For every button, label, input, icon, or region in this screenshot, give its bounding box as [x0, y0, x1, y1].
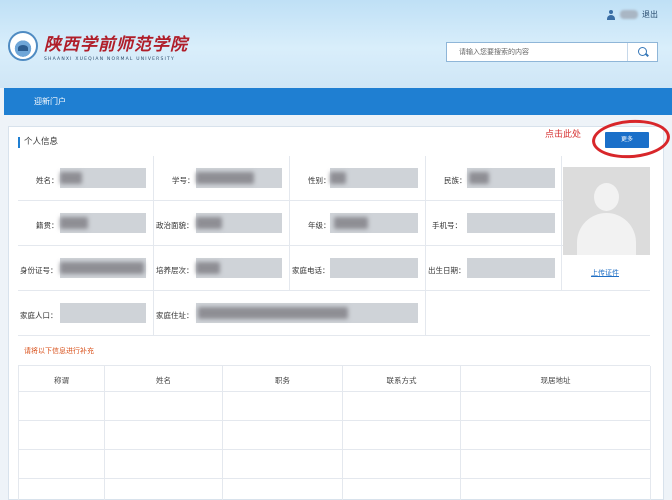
info-row: 姓名： 学号： 性别： 民族：	[18, 156, 650, 201]
family-size-field[interactable]	[60, 303, 146, 323]
user-bar: 退出	[606, 9, 658, 20]
table-row[interactable]	[19, 450, 651, 479]
label-family-size: 家庭人口：	[20, 311, 58, 320]
label-political-status: 政治面貌：	[156, 221, 194, 230]
label-training-level: 培养层次：	[156, 266, 194, 275]
label-id-number: 身份证号：	[20, 266, 58, 275]
table-row[interactable]	[19, 392, 651, 421]
logo-name-cn: 陕西学前师范学院	[44, 35, 188, 55]
label-home-phone: 家庭电话：	[292, 266, 330, 275]
logo-name-en: SHAANXI XUEQIAN NORMAL UNIVERSITY	[44, 57, 175, 62]
search-box	[446, 42, 658, 62]
info-row: 身份证号： 培养层次： 家庭电话： 出生日期：	[18, 246, 650, 291]
upload-certificate-link[interactable]: 上传证件	[591, 268, 619, 278]
logout-link[interactable]: 退出	[642, 9, 658, 20]
grade-field[interactable]	[330, 213, 418, 233]
ethnicity-field[interactable]	[467, 168, 555, 188]
student-id-field[interactable]	[196, 168, 282, 188]
id-number-field[interactable]	[60, 258, 146, 278]
search-input[interactable]	[447, 43, 627, 61]
photo-placeholder	[563, 167, 650, 255]
training-level-field[interactable]	[196, 258, 282, 278]
info-row: 籍贯： 政治面貌： 年级： 手机号：	[18, 201, 650, 246]
political-status-field[interactable]	[196, 213, 282, 233]
avatar-head	[594, 183, 619, 211]
label-gender: 性别：	[308, 176, 331, 185]
birth-date-field[interactable]	[467, 258, 555, 278]
phone-field[interactable]	[467, 213, 555, 233]
supplement-notice: 请将以下信息进行补充	[24, 347, 94, 355]
user-icon	[606, 9, 616, 20]
gender-field[interactable]	[330, 168, 418, 188]
label-phone: 手机号：	[432, 221, 462, 230]
avatar-body	[577, 213, 636, 255]
table-row[interactable]	[19, 421, 651, 450]
section-title: 个人信息	[18, 137, 58, 148]
label-home-address: 家庭住址：	[156, 311, 194, 320]
family-table: 称谓 姓名 职务 联系方式 现居地址	[18, 365, 651, 500]
home-phone-field[interactable]	[330, 258, 418, 278]
native-place-field[interactable]	[60, 213, 146, 233]
table-header	[19, 366, 651, 392]
nav-bar: 迎新门户	[4, 88, 672, 115]
annotation-click-here: 点击此处	[545, 130, 582, 140]
label-name: 姓名：	[36, 176, 59, 185]
search-icon[interactable]	[627, 43, 657, 61]
label-grade: 年级：	[308, 221, 331, 230]
nav-item-welcome-portal[interactable]: 迎新门户	[34, 96, 66, 107]
label-birth-date: 出生日期：	[428, 266, 466, 275]
info-row: 家庭人口： 家庭住址：	[18, 291, 650, 336]
label-native-place: 籍贯：	[36, 221, 59, 230]
username-redacted	[620, 10, 638, 19]
university-logo[interactable]: 陕西学前师范学院 SHAANXI XUEQIAN NORMAL UNIVERSI…	[8, 30, 188, 62]
emblem-icon	[8, 31, 38, 61]
home-address-field[interactable]	[196, 303, 418, 323]
name-field[interactable]	[60, 168, 146, 188]
label-ethnicity: 民族：	[444, 176, 467, 185]
label-student-id: 学号：	[172, 176, 195, 185]
